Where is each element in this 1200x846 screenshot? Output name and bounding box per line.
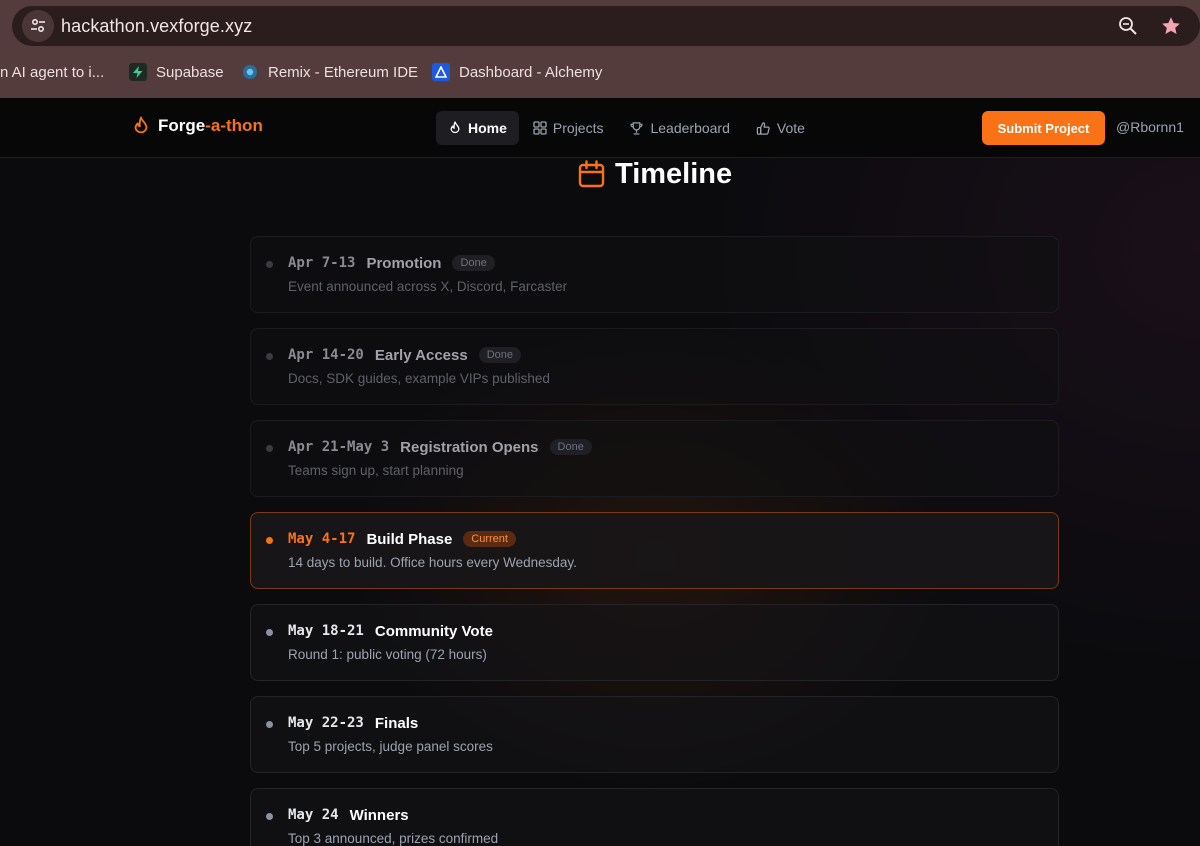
timeline-date: May 4-17 [288,531,356,547]
submit-project-button[interactable]: Submit Project [982,111,1105,145]
timeline-description: Round 1: public voting (72 hours) [288,647,487,662]
star-icon [1162,17,1180,34]
nav-label: Vote [776,120,805,136]
timeline-date: Apr 14-20 [288,347,364,363]
supabase-icon [129,63,147,81]
timeline-title: Registration Opens [400,438,539,456]
brand-name: Forge [158,116,206,135]
zoom-out-icon [1119,17,1137,35]
website: Forge -a-thon Home Projects Leaderboard … [0,98,1200,846]
bookmark-remix[interactable]: Remix - Ethereum IDE [241,58,418,86]
flame-icon [450,121,460,134]
alchemy-icon [432,63,450,81]
site-info-button[interactable] [22,10,54,42]
bookmarks-bar: n AI agent to i... Supabase Remix - Ethe… [0,58,1200,86]
timeline-title: Early Access [374,346,468,364]
remix-icon [241,63,259,81]
status-dot [266,353,273,360]
timeline-item-current: May 4-17 Build Phase Current 14 days to … [250,512,1059,589]
timeline-date: May 24 [288,807,339,823]
bookmark-agent[interactable]: n AI agent to i... [0,58,104,86]
timeline-item: May 18-21 Community Vote Round 1: public… [250,604,1059,681]
status-dot [266,721,273,728]
nav-label: Projects [552,120,604,136]
bookmark-label: Remix - Ethereum IDE [268,63,419,81]
bookmark-alchemy[interactable]: Dashboard - Alchemy [432,58,602,86]
top-navbar: Forge -a-thon Home Projects Leaderboard … [0,98,1200,158]
thumbs-up-icon [756,121,770,135]
timeline-title: Community Vote [374,622,493,640]
timeline-date: May 18-21 [288,623,364,639]
bookmark-star-button[interactable] [1157,12,1185,40]
timeline-description: Event announced across X, Discord, Farca… [288,279,568,294]
user-handle[interactable]: @Rbornn1 [1116,119,1184,135]
timeline-description: Teams sign up, start planning [288,463,464,478]
nav-label: Leaderboard [650,120,730,136]
main-nav: Home Projects Leaderboard Vote [436,111,819,145]
timeline-description: Top 3 announced, prizes confirmed [288,831,499,846]
address-bar[interactable]: hackathon.vexforge.xyz [12,6,1200,46]
timeline-list: Apr 7-13 Promotion Done Event announced … [250,236,1059,846]
trophy-icon [630,121,643,135]
status-badge: Done [478,347,522,363]
timeline-date: May 22-23 [288,715,364,731]
url-text[interactable]: hackathon.vexforge.xyz [61,16,252,37]
timeline-item: Apr 7-13 Promotion Done Event announced … [250,236,1059,313]
page-title: Timeline [615,158,733,190]
status-badge: Done [452,255,495,271]
timeline-title: Promotion [366,254,442,272]
timeline-item: May 24 Winners Top 3 announced, prizes c… [250,788,1059,846]
nav-home[interactable]: Home [436,111,519,145]
bookmark-label: n AI agent to i... [0,63,105,81]
nav-label: Home [468,120,507,136]
flame-icon [132,116,150,136]
timeline-item: Apr 21-May 3 Registration Opens Done Tea… [250,420,1059,497]
nav-projects[interactable]: Projects [521,111,616,145]
timeline-title: Build Phase [366,530,453,548]
bookmark-label: Supabase [156,63,224,81]
timeline-date: Apr 7-13 [288,255,356,271]
tune-icon [31,18,45,33]
status-badge: Done [549,439,592,455]
calendar-icon [578,160,605,188]
zoom-button[interactable] [1116,14,1140,38]
bookmark-label: Dashboard - Alchemy [459,63,603,81]
timeline-item: May 22-23 Finals Top 5 projects, judge p… [250,696,1059,773]
status-dot [266,629,273,636]
brand-logo[interactable]: Forge -a-thon [132,116,263,136]
status-dot [266,261,273,268]
nav-vote[interactable]: Vote [744,111,817,145]
status-dot [266,813,273,820]
status-badge: Current [463,531,516,547]
timeline-heading: Timeline [578,158,732,191]
status-dot [266,537,273,544]
nav-leaderboard[interactable]: Leaderboard [617,111,741,145]
grid-icon [533,121,547,135]
brand-name-accent: -a-thon [205,116,263,135]
timeline-description: Top 5 projects, judge panel scores [288,739,493,754]
timeline-date: Apr 21-May 3 [288,439,390,455]
status-dot [266,445,273,452]
timeline-title: Finals [374,714,419,732]
bookmark-supabase[interactable]: Supabase [129,58,224,86]
timeline-description: 14 days to build. Office hours every Wed… [288,555,577,570]
timeline-description: Docs, SDK guides, example VIPs published [288,371,550,386]
browser-chrome: hackathon.vexforge.xyz n AI agent to i..… [0,0,1200,98]
timeline-title: Winners [349,806,409,824]
timeline-item: Apr 14-20 Early Access Done Docs, SDK gu… [250,328,1059,405]
